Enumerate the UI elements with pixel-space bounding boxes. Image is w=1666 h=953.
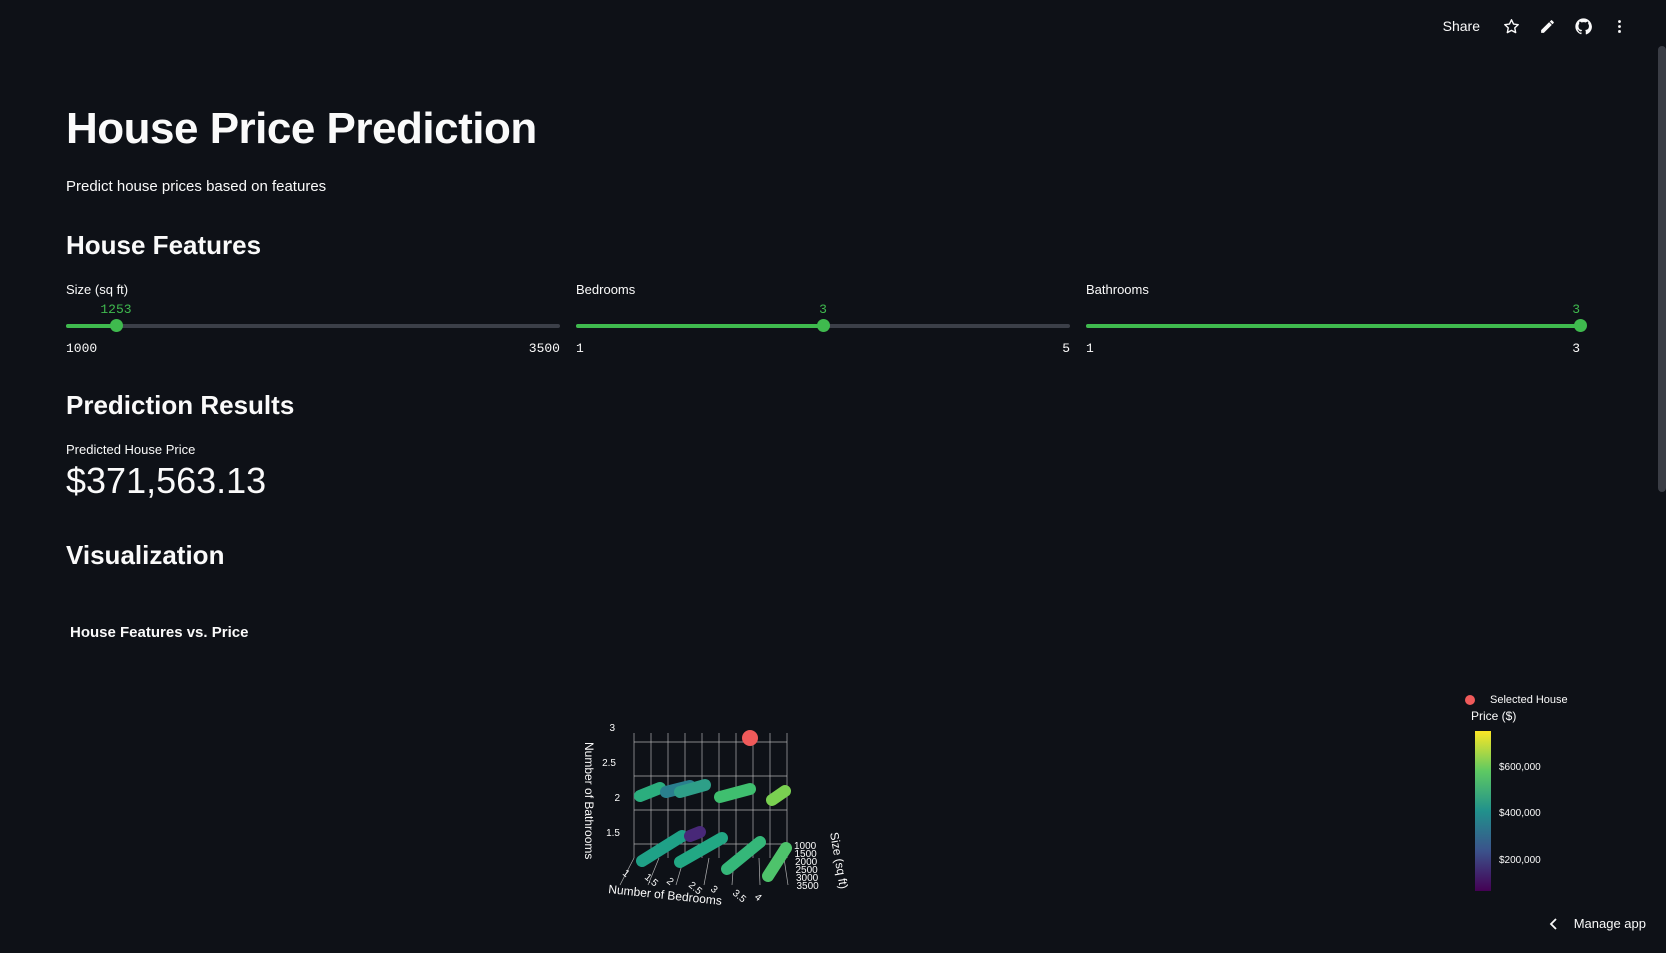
data-point [674, 832, 728, 868]
selected-house-point [742, 730, 758, 746]
x-axis-title: Number of Bedrooms [608, 882, 723, 908]
y-tick-label: 3500 [797, 881, 820, 892]
manage-app-label: Manage app [1573, 916, 1646, 931]
manage-app-button[interactable]: Manage app [1548, 916, 1646, 931]
z-tick-label: 2 [614, 793, 620, 804]
colorbar-tick: $400,000 [1499, 808, 1541, 819]
colorbar-title: Price ($) [1471, 709, 1517, 723]
z-tick-label: 3 [609, 723, 615, 734]
colorbar [1475, 731, 1491, 891]
z-tick-label: 1.5 [606, 828, 620, 839]
data-point [636, 830, 688, 867]
colorbar-tick: $200,000 [1499, 855, 1541, 866]
data-point [634, 782, 666, 802]
colorbar-tick: $600,000 [1499, 762, 1541, 773]
data-point [684, 826, 706, 842]
data-point [762, 842, 792, 882]
data-point [721, 836, 766, 875]
app-page: Share House Price Prediction Predict hou… [0, 0, 1666, 953]
selected-house-marker[interactable] [1465, 695, 1475, 705]
chart-legend: Selected House Price ($) $600,000 $400,0… [1465, 692, 1585, 902]
scatter-3d-chart[interactable]: 1.522.531 1.5 2 2.5 3 3.5 41000150020002500300… [0, 0, 1666, 953]
x-tick-label: 3.5 [730, 888, 748, 906]
y-axis-title: Size (sq ft) [827, 831, 851, 890]
z-tick-label: 2.5 [602, 758, 616, 769]
legend-selected-label[interactable]: Selected House [1490, 694, 1568, 706]
x-tick-label: 4 [752, 892, 764, 904]
x-tick-label: 1 [620, 868, 632, 880]
gridline [783, 857, 789, 886]
data-point [714, 783, 756, 803]
gridline [703, 857, 710, 886]
chart-plot-area: 1.522.531 1.5 2 2.5 3 3.5 41000150020002500300… [582, 723, 851, 908]
z-axis-title: Number of Bathrooms [582, 742, 596, 859]
gridline [758, 857, 761, 886]
data-point [674, 779, 711, 798]
x-tick-label: 2 [664, 876, 676, 888]
chevron-left-icon [1549, 917, 1557, 930]
data-point [766, 785, 791, 806]
